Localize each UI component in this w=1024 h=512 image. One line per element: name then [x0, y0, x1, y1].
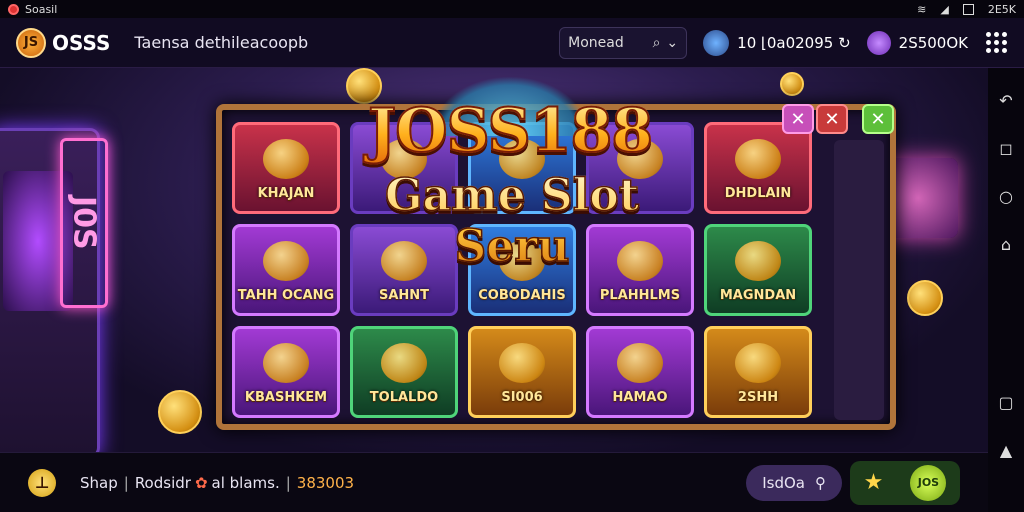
up-arrow-icon[interactable]: ▲	[988, 426, 1024, 474]
bottom-bar: ⊥ Shap | Rodsidr ✿ al blams. | 383003 Is…	[0, 452, 988, 512]
slot-tile[interactable]: 2SHH	[704, 326, 812, 418]
status-app-name: Soasil	[25, 2, 58, 16]
chevron-down-icon[interactable]: ⌄	[666, 35, 678, 51]
signal-icon: ◢	[940, 2, 949, 16]
coin-decoration	[158, 390, 202, 434]
fire-icon: ✿	[194, 473, 208, 492]
slot-tile[interactable]: HAMAO	[586, 326, 694, 418]
coin-decoration	[780, 72, 804, 96]
search-icon[interactable]: ⌕	[653, 35, 661, 51]
banner-subtitle: Game Slot Seru	[324, 169, 700, 273]
confirm-button[interactable]: ✕	[862, 104, 894, 134]
gem-icon	[866, 30, 891, 55]
coin-decoration	[907, 280, 943, 316]
neon-sign-left: J0S	[60, 138, 108, 308]
top-app-bar: JS OSSS Taensa dethileacoopb Monead ⌕ ⌄ …	[0, 18, 1024, 68]
logo-badge: JS	[16, 27, 46, 58]
bottom-label-2: Rodsidr	[134, 473, 191, 492]
action-pill[interactable]: IsdOa ⚲	[746, 464, 842, 501]
bottom-label-3: al	[211, 473, 225, 492]
balance-primary: 10 ⌊0a02095 ↻	[737, 33, 851, 52]
app-logo[interactable]: JS OSSS	[16, 27, 111, 58]
slot-tile[interactable]: MAGNDAN	[704, 224, 812, 316]
spin-panel[interactable]: ★ JOS	[850, 460, 960, 505]
gem-balance[interactable]: 2S500OK	[866, 30, 968, 55]
status-icons: ≋ ◢ 2E5K	[917, 3, 1016, 16]
page-title: Taensa dethileacoopb	[134, 33, 309, 52]
banner-title: JOSS188	[340, 95, 680, 167]
check-icon: ✕	[870, 108, 886, 130]
logo-text: OSSS	[52, 30, 111, 55]
reel-side-strip	[834, 140, 884, 420]
system-nav-bar: ↶ ◻ ○ ⌂ ▢ ▲	[988, 68, 1024, 512]
coin-icon[interactable]: ⊥	[28, 468, 56, 497]
grid-menu-icon[interactable]	[984, 31, 1008, 55]
slot-tile[interactable]: KBASHKEM	[232, 326, 340, 418]
app-icon	[8, 3, 19, 15]
balance-display[interactable]: 10 ⌊0a02095 ↻	[703, 29, 851, 56]
status-time: 2E5K	[987, 2, 1016, 16]
slot-tile[interactable]: DHDLAIN	[704, 122, 812, 214]
recent-apps-icon[interactable]: ▢	[988, 378, 1024, 426]
slot-tile[interactable]: SI006	[468, 326, 576, 418]
avatar	[703, 29, 730, 56]
back-icon[interactable]: ↶	[988, 76, 1024, 124]
balance-secondary: 2S500OK	[898, 33, 968, 52]
star-icon[interactable]: ★	[864, 470, 884, 495]
battery-icon	[962, 3, 974, 15]
bottom-label-4: blams.	[229, 473, 280, 492]
slot-tile[interactable]: TOLALDO	[350, 326, 458, 418]
jackpot-value: 383003	[296, 473, 355, 492]
search-input[interactable]: Monead ⌕ ⌄	[559, 26, 688, 59]
close-icon: ✕	[824, 108, 840, 130]
circle-icon[interactable]: ○	[988, 172, 1024, 220]
search-value: Monead	[568, 34, 624, 51]
house-icon[interactable]: ⌂	[988, 220, 1024, 268]
status-bar: Soasil ≋ ◢ 2E5K	[0, 0, 1024, 18]
tools-button[interactable]: ✕	[782, 104, 814, 134]
spin-button[interactable]: JOS	[910, 464, 947, 501]
pill-label: IsdOa	[762, 473, 805, 492]
wifi-icon: ≋	[917, 2, 927, 16]
close-button[interactable]: ✕	[816, 104, 848, 134]
bottom-label-1: Shap	[80, 473, 118, 492]
tag-icon: ⚲	[815, 473, 826, 492]
home-icon[interactable]: ◻	[988, 124, 1024, 172]
tools-icon: ✕	[790, 108, 806, 130]
